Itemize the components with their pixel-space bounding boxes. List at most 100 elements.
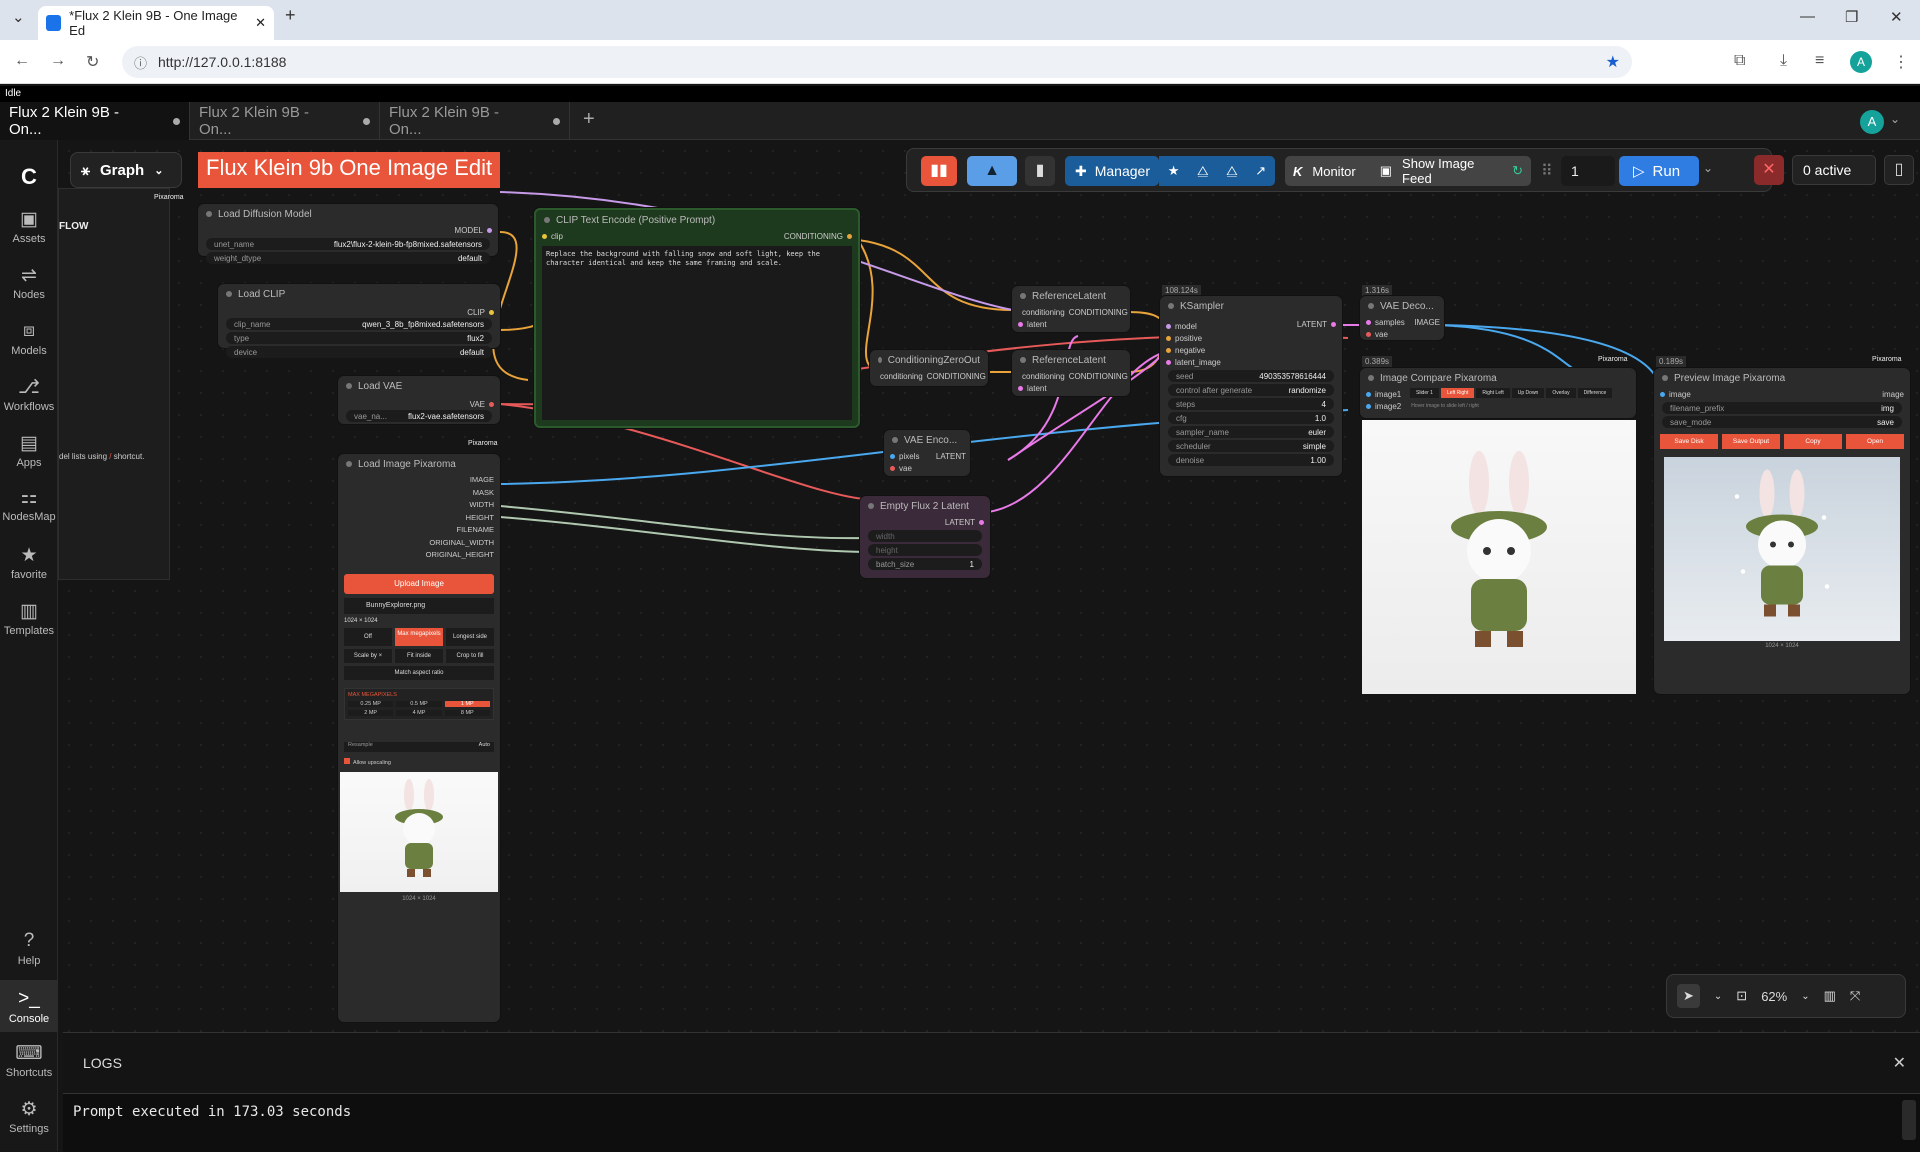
compare-mode[interactable]: Left Right <box>1440 388 1475 398</box>
chevron-down-icon[interactable]: ⌄ <box>1890 112 1900 126</box>
type-widget[interactable]: type flux2 <box>226 332 492 344</box>
profile-avatar[interactable]: A <box>1850 51 1872 73</box>
node-clip-text-encode[interactable]: CLIP Text Encode (Positive Prompt) clip … <box>534 208 860 428</box>
workflow-tab[interactable]: Flux 2 Klein 9B - On... <box>380 102 570 140</box>
pixaroma-logo-icon[interactable]: ▲ <box>967 156 1017 186</box>
close-window-icon[interactable]: ✕ <box>1890 8 1903 26</box>
sidebar-item-favorite[interactable]: ★ favorite <box>0 544 58 581</box>
output-port[interactable]: FILENAME <box>338 524 494 537</box>
model-icon[interactable]: ⧋ <box>1226 163 1238 179</box>
compare-mode[interactable]: Overlay <box>1546 388 1576 398</box>
star-icon[interactable]: ★ <box>1168 163 1180 179</box>
port-row[interactable]: vae <box>1360 328 1444 340</box>
match-aspect-ratio-button[interactable]: Match aspect ratio <box>344 665 494 680</box>
device-widget[interactable]: device default <box>226 346 492 358</box>
output-port[interactable]: CLIP <box>467 306 494 318</box>
comfy-logo-icon[interactable]: C <box>0 164 58 190</box>
node-load-diffusion-model[interactable]: Load Diffusion Model MODEL unet_name flux… <box>198 204 498 264</box>
input-port[interactable]: latent_image <box>1166 356 1342 368</box>
queue-active-button[interactable]: 0 active <box>1792 155 1876 185</box>
output-port[interactable]: VAE <box>470 398 494 410</box>
sidebar-item-console[interactable]: >_ Console <box>0 980 58 1032</box>
port-row[interactable]: samples IMAGE <box>1360 316 1444 328</box>
sidebar-item-apps[interactable]: ▤ Apps <box>0 432 58 469</box>
tab-search-icon[interactable]: ⌄ <box>12 8 25 26</box>
output-port[interactable]: WIDTH <box>338 499 494 512</box>
workflow-tab[interactable]: Flux 2 Klein 9B - On... <box>0 102 190 140</box>
width-widget[interactable]: width <box>868 530 982 542</box>
sidebar-item-settings[interactable]: ⚙ Settings <box>0 1098 58 1135</box>
mode-longest-side-button[interactable]: Longest side <box>446 627 494 646</box>
unsaved-dot-icon[interactable] <box>553 117 560 125</box>
output-port[interactable]: MODEL <box>455 224 492 236</box>
compare-mode[interactable]: Up Down <box>1511 388 1545 398</box>
node-load-image-pixaroma[interactable]: Load Image Pixaroma IMAGE MASK WIDTH HEI… <box>338 454 500 1022</box>
allow-upscaling-checkbox[interactable]: Allow upscaling <box>344 757 494 766</box>
chevron-down-icon[interactable]: ⌄ <box>1801 991 1809 1002</box>
cancel-icon[interactable]: ✕ <box>1754 155 1784 185</box>
output-port[interactable]: ORIGINAL_WIDTH <box>338 537 494 550</box>
graph-canvas[interactable]: FLOW del lists using / shortcut. ⚹ Graph ⌄… <box>58 140 1920 1032</box>
sidebar-item-nodes[interactable]: ⇌ Nodes <box>0 264 58 301</box>
save-output-button[interactable]: Save Output <box>1722 434 1780 449</box>
extensions-icon[interactable]: ⧉ <box>1734 52 1745 70</box>
close-tab-icon[interactable]: ✕ <box>255 15 266 31</box>
port-row[interactable]: image image <box>1654 388 1910 400</box>
node-vae-encode[interactable]: VAE Enco... pixels LATENT vae <box>884 430 970 476</box>
zoom-level[interactable]: 62% <box>1761 989 1787 1004</box>
input-port[interactable]: negative <box>1166 344 1342 356</box>
sampler-name-widget[interactable]: sampler_name euler <box>1168 426 1334 438</box>
port-row[interactable]: conditioning CONDITIONING <box>870 370 988 382</box>
batch-size-widget[interactable]: batch_size 1 <box>868 558 982 570</box>
browser-menu-icon[interactable]: ⋮ <box>1893 52 1909 72</box>
input-port[interactable]: positive <box>1166 332 1342 344</box>
node-reference-latent[interactable]: ReferenceLatent conditioning CONDITIONING… <box>1012 350 1130 396</box>
node-load-vae[interactable]: Load VAE VAE vae_na... flux2-vae.safetens… <box>338 376 500 424</box>
unsaved-dot-icon[interactable] <box>173 117 180 125</box>
run-options-icon[interactable]: ⌄ <box>1703 161 1713 175</box>
sidebar-item-models[interactable]: ⧈ Models <box>0 320 58 357</box>
output-port[interactable]: MASK <box>338 487 494 500</box>
bookmark-star-icon[interactable]: ★ <box>1606 52 1620 72</box>
resample-widget[interactable]: Resample Auto <box>344 741 494 752</box>
weight-dtype-widget[interactable]: weight_dtype default <box>206 252 490 264</box>
compare-mode[interactable]: Difference <box>1577 388 1613 398</box>
workflow-tab[interactable]: Flux 2 Klein 9B - On... <box>190 102 380 140</box>
port-row[interactable]: pixels LATENT <box>884 450 970 462</box>
sidebar-item-shortcuts[interactable]: ⌨ Shortcuts <box>0 1042 58 1079</box>
pixaroma-icon[interactable]: ⧋ <box>1197 163 1209 179</box>
url-field[interactable]: ⓘ http://127.0.0.1:8188 ★ <box>122 46 1632 78</box>
denoise-widget[interactable]: denoise 1.00 <box>1168 454 1334 466</box>
vae-name-widget[interactable]: vae_na... flux2-vae.safetensors <box>346 410 492 422</box>
port-row[interactable]: conditioning CONDITIONING <box>1012 370 1130 382</box>
input-port[interactable]: clip <box>542 230 563 242</box>
manager-button[interactable]: ✚ Manager <box>1065 156 1159 186</box>
node-conditioning-zero-out[interactable]: ConditioningZeroOut conditioning CONDITIO… <box>870 350 988 386</box>
mode-off-button[interactable]: Off <box>344 627 392 646</box>
node-empty-flux2-latent[interactable]: Empty Flux 2 Latent LATENT width height … <box>860 496 990 578</box>
port-row[interactable]: latent <box>1012 318 1130 330</box>
forward-icon[interactable]: → <box>50 52 66 70</box>
mp-option[interactable]: 4 MP <box>396 709 442 716</box>
file-select[interactable]: BunnyExplorer.png <box>344 597 494 614</box>
downloads-icon[interactable]: ⤓ <box>1780 52 1787 70</box>
share-icon[interactable]: ↗ <box>1255 163 1266 179</box>
stats-icon[interactable]: ▮▮ <box>921 156 957 186</box>
chevron-down-icon[interactable]: ⌄ <box>1714 991 1722 1002</box>
graph-mode-button[interactable]: ⚹ Graph ⌄ <box>70 152 182 188</box>
preview-image[interactable] <box>1664 457 1900 641</box>
user-avatar[interactable]: A <box>1860 110 1884 134</box>
mode-crop-to-fill-button[interactable]: Crop to fill <box>446 648 494 663</box>
bookmark-icon[interactable]: ▮ <box>1025 156 1055 186</box>
reading-list-icon[interactable]: ≡ <box>1815 52 1824 70</box>
node-ksampler[interactable]: KSampler LATENT model positive negative … <box>1160 296 1342 476</box>
close-icon[interactable]: ✕ <box>1893 1053 1906 1073</box>
cfg-widget[interactable]: cfg 1.0 <box>1168 412 1334 424</box>
node-preview-image-pixaroma[interactable]: Preview Image Pixaroma image image filena… <box>1654 368 1910 694</box>
refresh-icon[interactable]: ↻ <box>1512 163 1523 179</box>
output-port[interactable]: CONDITIONING <box>784 230 852 242</box>
mp-option[interactable]: 2 MP <box>348 709 394 716</box>
hide-links-icon[interactable]: ⤧ <box>1850 988 1860 1004</box>
mp-option[interactable]: 0.5 MP <box>396 700 442 707</box>
clip-name-widget[interactable]: clip_name qwen_3_8b_fp8mixed.safetensors <box>226 318 492 330</box>
